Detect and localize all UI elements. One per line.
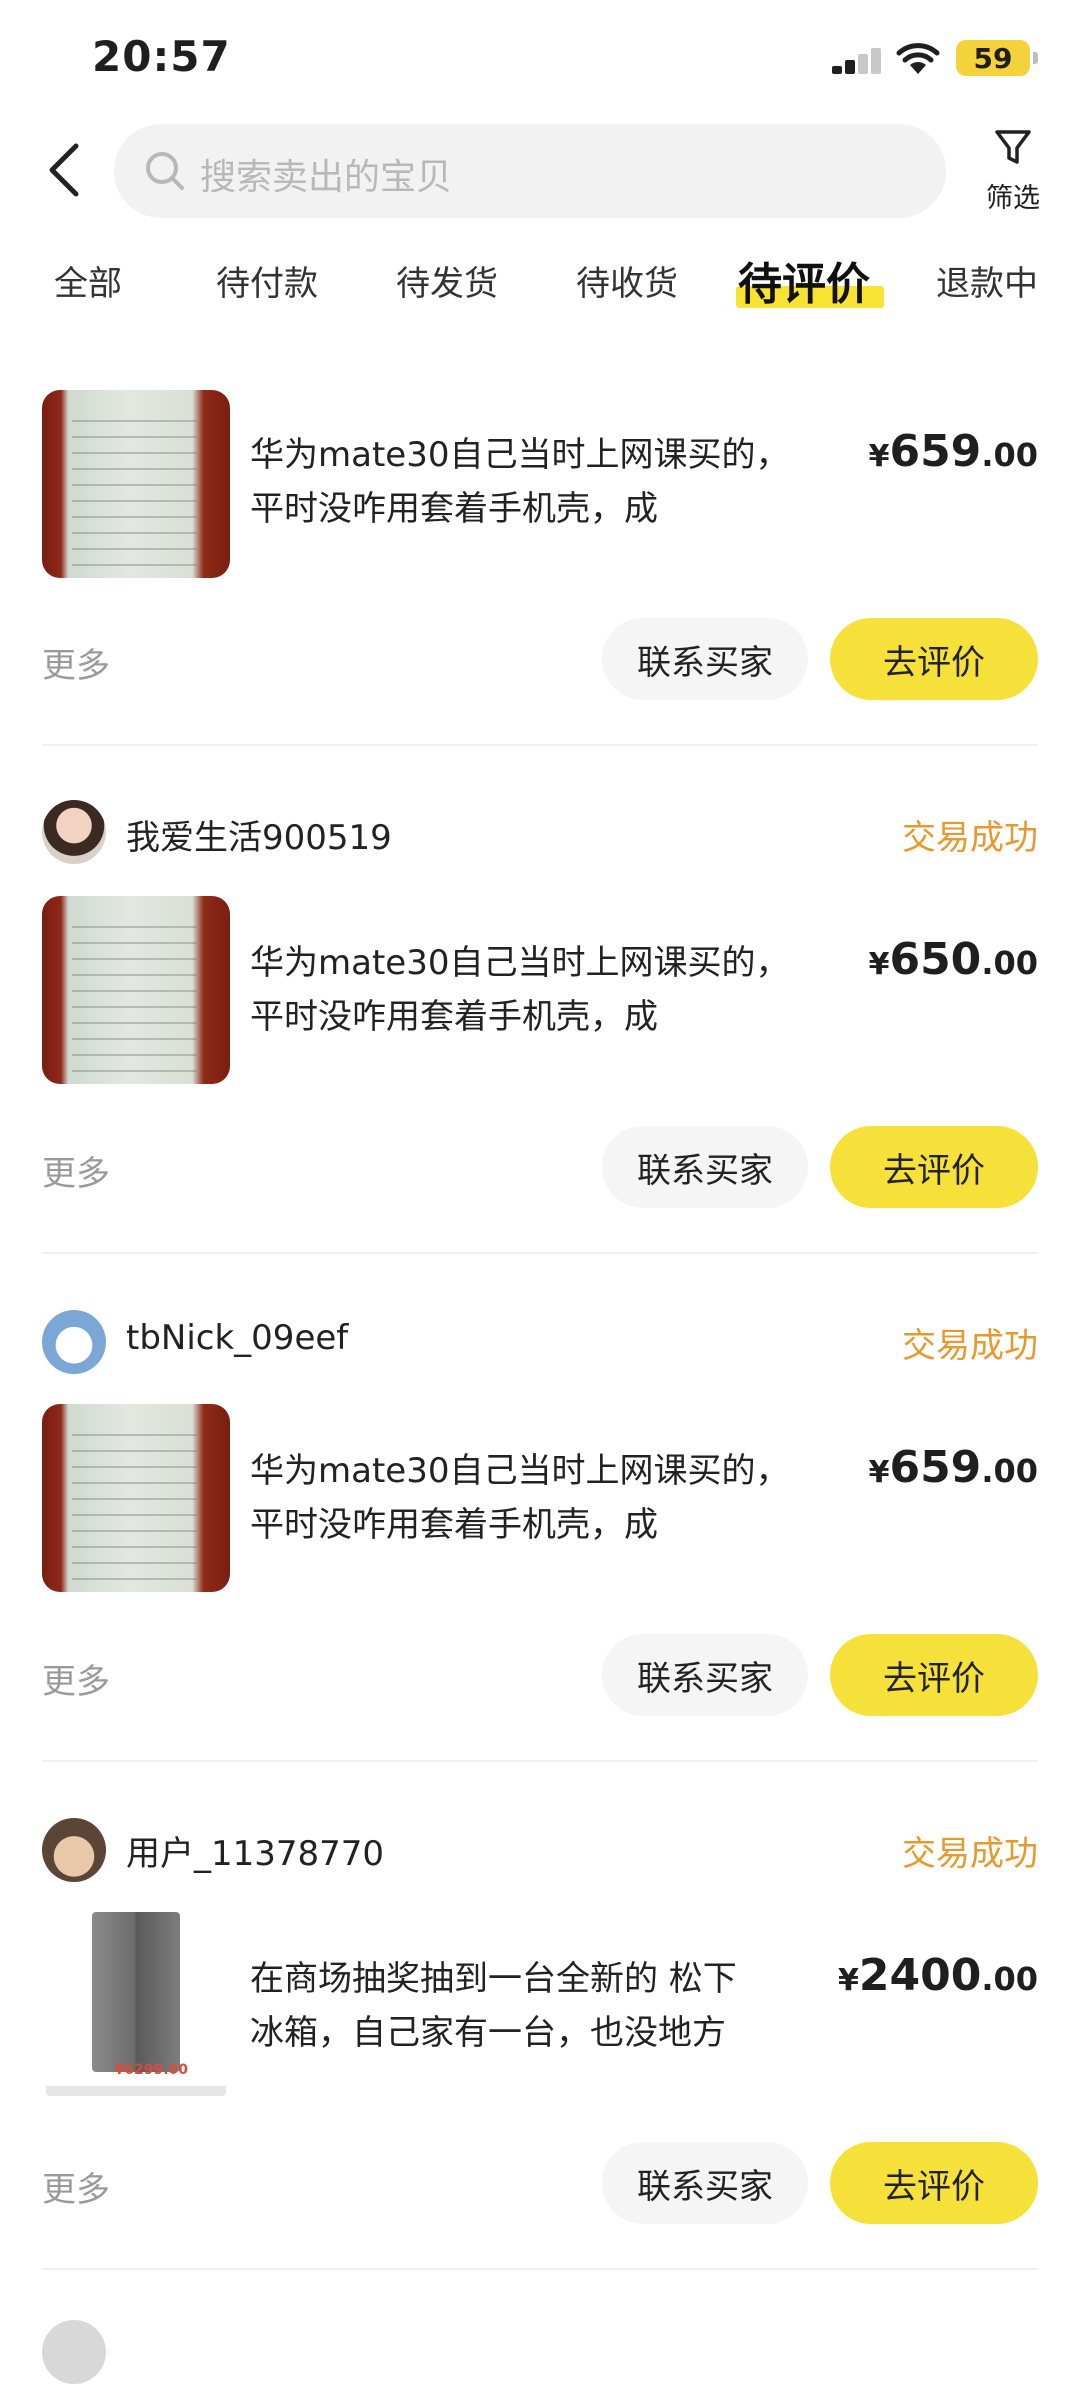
buyer-name[interactable]: 我爱生活900519 (126, 810, 392, 859)
more-link[interactable]: 更多 (42, 1146, 110, 1195)
product-thumbnail[interactable] (42, 896, 230, 1084)
review-button[interactable]: 去评价 (830, 618, 1038, 700)
product-title[interactable]: 在商场抽奖抽到一台全新的 松下 冰箱，自己家有一台，也没地方 (250, 1952, 810, 2060)
order-status: 交易成功 (902, 818, 1038, 858)
contact-buyer-button[interactable]: 联系买家 (602, 1634, 808, 1716)
divider (42, 744, 1038, 746)
filter-button[interactable]: 筛选 (968, 120, 1058, 230)
product-title[interactable]: 华为mate30自己当时上网课买的， 平时没咋用套着手机壳，成 (250, 1444, 810, 1552)
buyer-name[interactable]: tbNick_09eef (126, 1318, 348, 1358)
status-time: 20:57 (92, 32, 231, 81)
review-button[interactable]: 去评价 (830, 1634, 1038, 1716)
thumbnail-price-text: ¥6299.00 (114, 2062, 188, 2078)
contact-buyer-button[interactable]: 联系买家 (602, 1126, 808, 1208)
filter-label: 筛选 (986, 183, 1040, 214)
more-link[interactable]: 更多 (42, 1654, 110, 1703)
contact-buyer-button[interactable]: 联系买家 (602, 2142, 808, 2224)
buyer-name[interactable]: 用户_11378770 (126, 1826, 384, 1875)
search-icon (146, 152, 184, 190)
back-arrow-icon[interactable] (40, 140, 90, 200)
tab-refunding[interactable]: 退款中 (936, 256, 1038, 305)
product-price: ¥650.00 (868, 934, 1038, 985)
buyer-avatar[interactable] (42, 800, 106, 864)
review-button[interactable]: 去评价 (830, 2142, 1038, 2224)
divider (42, 1252, 1038, 1254)
tab-pending-review[interactable]: 待评价 (738, 248, 870, 312)
divider (42, 2268, 1038, 2270)
product-price: ¥659.00 (868, 1442, 1038, 1493)
more-link[interactable]: 更多 (42, 638, 110, 687)
more-link[interactable]: 更多 (42, 2162, 110, 2211)
tab-all[interactable]: 全部 (54, 256, 122, 305)
product-title[interactable]: 华为mate30自己当时上网课买的， 平时没咋用套着手机壳，成 (250, 428, 810, 536)
buyer-avatar[interactable] (42, 1818, 106, 1882)
order-status: 交易成功 (902, 1326, 1038, 1366)
product-title[interactable]: 华为mate30自己当时上网课买的， 平时没咋用套着手机壳，成 (250, 936, 810, 1044)
product-thumbnail[interactable] (42, 390, 230, 578)
tab-pending-payment[interactable]: 待付款 (216, 256, 318, 305)
contact-buyer-button[interactable]: 联系买家 (602, 618, 808, 700)
product-thumbnail[interactable] (42, 1404, 230, 1592)
tab-pending-shipment[interactable]: 待发货 (396, 256, 498, 305)
product-price: ¥659.00 (868, 426, 1038, 477)
product-thumbnail[interactable]: ¥6299.00 (42, 1912, 230, 2100)
order-status: 交易成功 (902, 1834, 1038, 1874)
battery-indicator: 59 (956, 40, 1038, 76)
cellular-signal-icon (832, 48, 884, 74)
buyer-avatar[interactable] (42, 2320, 106, 2384)
wifi-icon (896, 43, 940, 74)
divider (42, 1760, 1038, 1762)
product-price: ¥2400.00 (837, 1950, 1038, 2001)
tab-pending-receipt[interactable]: 待收货 (576, 256, 678, 305)
review-button[interactable]: 去评价 (830, 1126, 1038, 1208)
funnel-icon (995, 130, 1031, 164)
buyer-avatar[interactable] (42, 1310, 106, 1374)
search-placeholder: 搜索卖出的宝贝 (200, 157, 453, 198)
search-input[interactable]: 搜索卖出的宝贝 (114, 124, 946, 218)
